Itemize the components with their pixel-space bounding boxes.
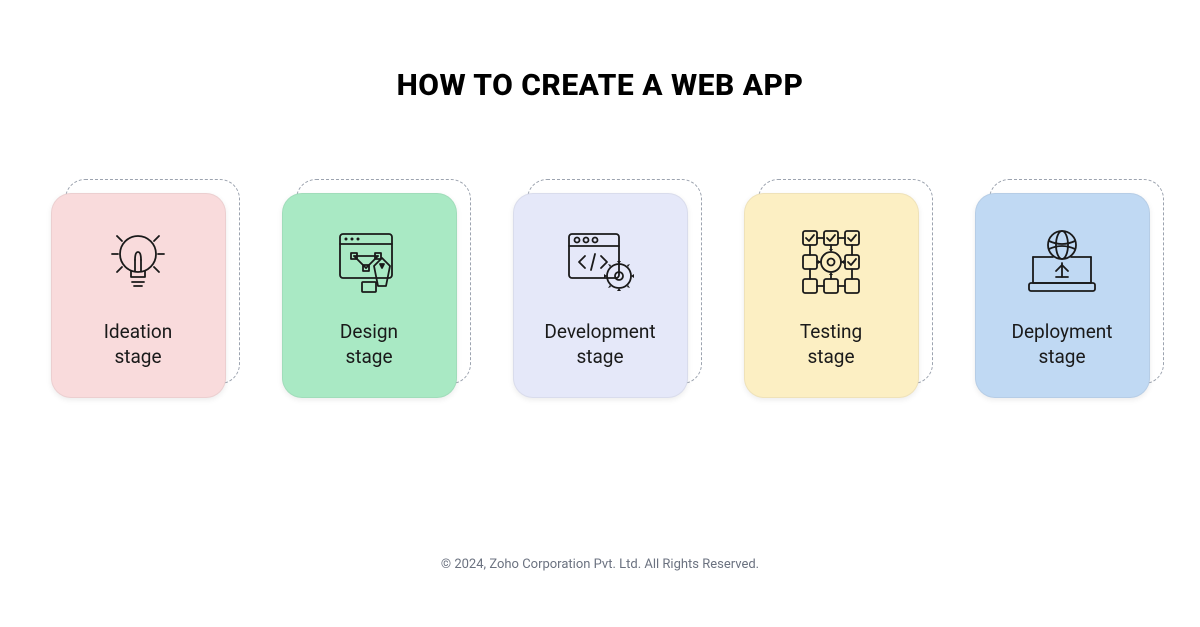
- stage-card: Ideation stage: [51, 193, 226, 398]
- stage-card: Development stage: [513, 193, 688, 398]
- stage-label: Testing stage: [800, 320, 862, 369]
- testing-icon: [781, 222, 881, 302]
- lightbulb-icon: [88, 222, 188, 302]
- stage-label: Deployment stage: [1012, 320, 1113, 369]
- footer-copyright: © 2024, Zoho Corporation Pvt. Ltd. All R…: [0, 557, 1200, 572]
- stage-card: Testing stage: [744, 193, 919, 398]
- stage-testing: Testing stage: [744, 193, 919, 398]
- stage-label: Ideation stage: [104, 320, 172, 369]
- design-icon: [319, 222, 419, 302]
- stages-container: Ideation stage: [51, 193, 1150, 398]
- stage-deployment: Deployment stage: [975, 193, 1150, 398]
- deployment-icon: [1012, 222, 1112, 302]
- stage-development: Development stage: [513, 193, 688, 398]
- page-title: HOW TO CREATE A WEB APP: [397, 68, 804, 103]
- stage-card: Deployment stage: [975, 193, 1150, 398]
- stage-label: Design stage: [340, 320, 398, 369]
- code-icon: [550, 222, 650, 302]
- stage-design: Design stage: [282, 193, 457, 398]
- stage-label: Development stage: [544, 320, 655, 369]
- stage-ideation: Ideation stage: [51, 193, 226, 398]
- stage-card: Design stage: [282, 193, 457, 398]
